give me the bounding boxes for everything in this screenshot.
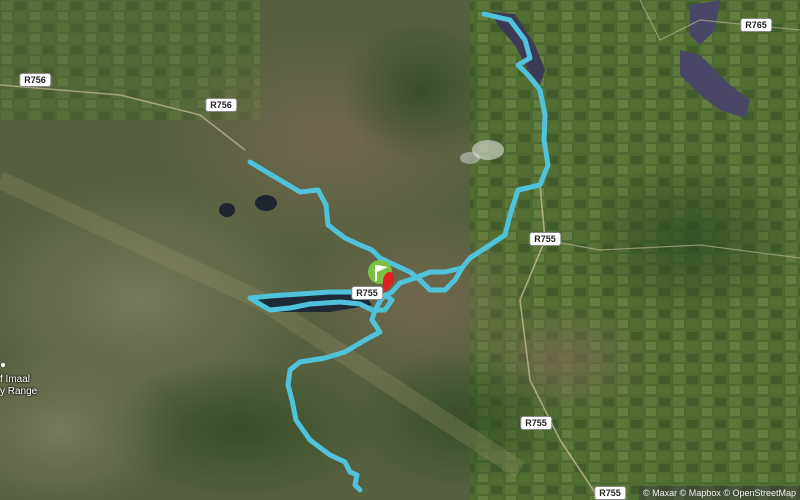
- road-label-r755-south: R755: [520, 416, 552, 430]
- map-attribution[interactable]: © Maxar © Mapbox © OpenStreetMap: [639, 486, 800, 500]
- place-label: f Imaal y Range: [0, 374, 37, 398]
- road-label-r755-lake: R755: [351, 286, 383, 300]
- place-label-line: f Imaal: [0, 374, 31, 385]
- lake: [219, 203, 235, 217]
- lake: [255, 195, 277, 211]
- cloud: [460, 152, 480, 164]
- road-label-r765: R765: [740, 18, 772, 32]
- forest-patch: [340, 20, 500, 160]
- forest-patch: [580, 160, 800, 320]
- satellite-map[interactable]: [0, 0, 800, 500]
- place-label-line: y Range: [0, 386, 38, 397]
- road-label-r756-center: R756: [205, 98, 237, 112]
- place-dot: [1, 363, 5, 367]
- road-label-r755-bottom: R755: [594, 486, 626, 500]
- road-label-r755-north: R755: [529, 232, 561, 246]
- road-label-r756-west: R756: [19, 73, 51, 87]
